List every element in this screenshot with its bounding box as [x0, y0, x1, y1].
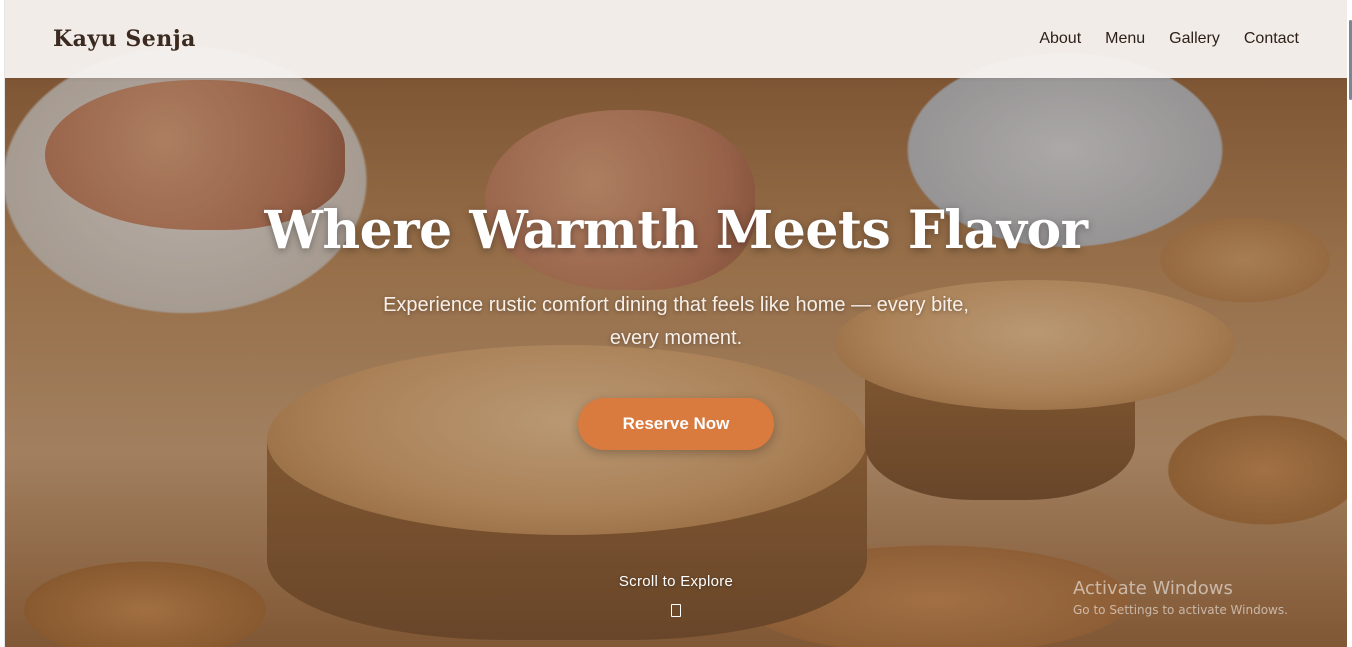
nav-link-contact[interactable]: Contact [1244, 30, 1299, 48]
brand-logo[interactable]: Kayu Senja [53, 26, 196, 52]
windows-activation-watermark: Activate Windows Go to Settings to activ… [1073, 578, 1288, 617]
nav-links: About Menu Gallery Contact [1039, 30, 1299, 48]
hero-subtitle: Experience rustic comfort dining that fe… [383, 294, 969, 349]
scroll-indicator-icon [671, 604, 681, 617]
watermark-title: Activate Windows [1073, 578, 1233, 599]
nav-link-gallery[interactable]: Gallery [1169, 30, 1220, 48]
browser-viewport: Kayu Senja About Menu Gallery Contact Wh… [4, 0, 1347, 647]
top-navbar: Kayu Senja About Menu Gallery Contact [5, 0, 1347, 78]
reserve-now-button[interactable]: Reserve Now [578, 398, 774, 450]
hero-title: Where Warmth Meets Flavor [264, 200, 1088, 261]
hero-content: Where Warmth Meets Flavor Experience rus… [5, 200, 1347, 450]
nav-link-about[interactable]: About [1039, 30, 1081, 48]
watermark-subtitle: Go to Settings to activate Windows. [1073, 603, 1288, 617]
nav-link-menu[interactable]: Menu [1105, 30, 1145, 48]
